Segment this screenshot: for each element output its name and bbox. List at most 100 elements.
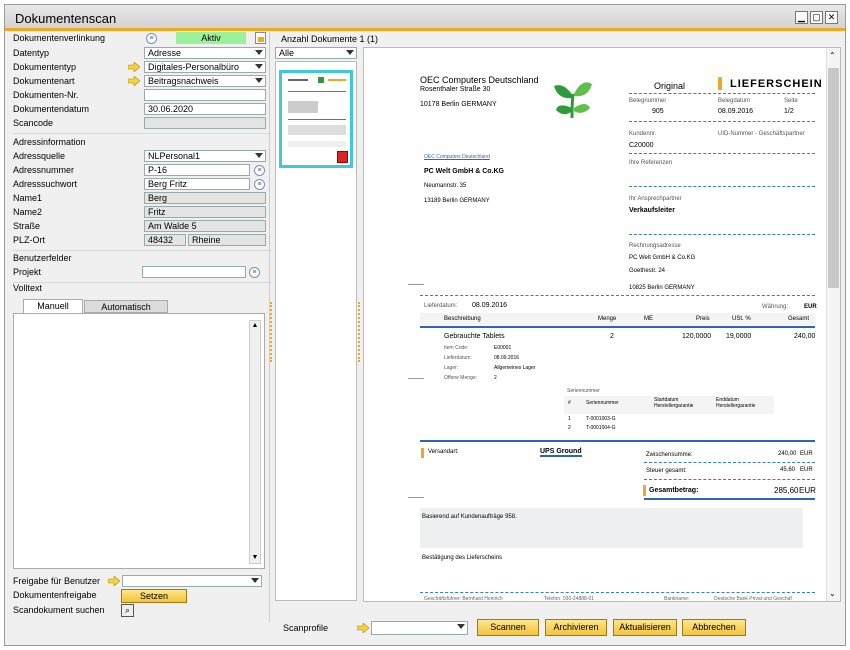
col-ust: USt. % bbox=[732, 316, 751, 322]
chevron-down-icon bbox=[251, 578, 259, 583]
versandart: UPS Ground bbox=[540, 448, 582, 457]
pdf-icon bbox=[337, 151, 348, 163]
serial-row2-num: 2 bbox=[568, 425, 571, 431]
steuer-currency: EUR bbox=[800, 467, 813, 473]
ort-field: Rheine bbox=[188, 234, 266, 246]
tab-manuell[interactable]: Manuell bbox=[23, 299, 83, 313]
item-ust: 19,0000 bbox=[726, 333, 752, 340]
projekt-input[interactable] bbox=[142, 266, 246, 278]
arrow-right-icon[interactable] bbox=[128, 62, 140, 72]
dokumententyp-label: Dokumententyp bbox=[13, 62, 77, 72]
abbrechen-button[interactable]: Abbrechen bbox=[682, 619, 746, 636]
adressinformation-header: Adressinformation bbox=[13, 137, 86, 147]
scroll-up-icon[interactable]: ▲ bbox=[250, 321, 260, 331]
rechnung-line2: Goethestr. 24 bbox=[629, 268, 666, 274]
gesamtbetrag: 285,60 bbox=[774, 486, 799, 495]
col-menge: Menge bbox=[598, 316, 617, 322]
dokumentenfreigabe-label: Dokumentenfreigabe bbox=[13, 590, 97, 600]
lookup-icon[interactable]: ≡ bbox=[254, 165, 265, 176]
document-preview: ⌃ ⌄ OEC Computers Deutschland Rosenthale… bbox=[363, 47, 841, 602]
steuer: 45,60 bbox=[780, 467, 796, 473]
item-gesamt: 240,00 bbox=[794, 333, 816, 340]
filter-select[interactable]: Alle bbox=[275, 47, 357, 59]
adresssuchwort-input[interactable]: Berg Fritz bbox=[144, 178, 250, 190]
item-lager-label: Lager: bbox=[444, 365, 459, 371]
dokumentendatum-input[interactable]: 30.06.2020 bbox=[144, 103, 266, 115]
col-gesamt: Gesamt bbox=[788, 316, 810, 322]
freigabe-label: Freigabe für Benutzer bbox=[13, 576, 101, 586]
dokumenten-nr-input[interactable] bbox=[144, 89, 266, 101]
volltext-area[interactable]: ▲ ▼ bbox=[13, 313, 265, 569]
strasse-label: Straße bbox=[13, 221, 41, 231]
serial-col-number: Seriennummer bbox=[586, 400, 619, 406]
ihre-referenzen-label: Ihre Referenzen bbox=[629, 160, 673, 166]
aktualisieren-button[interactable]: Aktualisieren bbox=[613, 619, 677, 636]
divider bbox=[629, 186, 815, 187]
arrow-right-icon[interactable] bbox=[108, 576, 120, 586]
scrollbar[interactable]: ▲ ▼ bbox=[249, 320, 261, 564]
preview-scrollbar[interactable]: ⌃ ⌄ bbox=[826, 48, 840, 601]
freigabe-select[interactable] bbox=[122, 575, 262, 587]
item-code: E00001 bbox=[494, 345, 512, 351]
scroll-down-icon[interactable]: ▼ bbox=[250, 553, 260, 563]
fold-mark bbox=[408, 497, 424, 498]
arrow-right-icon[interactable] bbox=[128, 76, 140, 86]
minimize-button[interactable]: ▁ bbox=[795, 11, 808, 24]
dokumentenart-label: Dokumentenart bbox=[13, 76, 75, 86]
link-arrow-icon[interactable]: ≡ bbox=[146, 33, 157, 44]
scannen-button[interactable]: Scannen bbox=[477, 619, 539, 636]
lookup-icon[interactable]: ≡ bbox=[254, 179, 265, 190]
datentyp-label: Datentyp bbox=[13, 48, 50, 58]
scandokument-suchen-label: Scandokument suchen bbox=[13, 605, 105, 615]
original-label: Original bbox=[654, 81, 686, 91]
divider bbox=[629, 93, 815, 94]
chevron-down-icon bbox=[255, 50, 263, 55]
fold-mark bbox=[408, 284, 424, 285]
item-lieferdatum: 08.09.2016 bbox=[494, 355, 520, 361]
serial-row1-value: T-0001003-G bbox=[586, 416, 616, 422]
accent-bar bbox=[643, 485, 646, 496]
document-icon[interactable] bbox=[255, 32, 266, 44]
divider bbox=[629, 234, 815, 235]
accent-bar bbox=[718, 77, 722, 90]
seite-label: Seite bbox=[784, 98, 798, 104]
archivieren-button[interactable]: Archivieren bbox=[545, 619, 607, 636]
adressquelle-label: Adressquelle bbox=[13, 151, 66, 161]
window-title: Dokumentenscan bbox=[15, 11, 117, 26]
volltext-header: Volltext bbox=[13, 283, 43, 293]
scanprofile-label: Scanprofile bbox=[283, 623, 329, 633]
serial-col-num: # bbox=[568, 400, 571, 406]
scroll-up-icon[interactable]: ⌃ bbox=[829, 51, 836, 60]
rechnungsadresse-label: Rechnungsadresse bbox=[629, 243, 681, 249]
scroll-thumb[interactable] bbox=[828, 68, 839, 288]
adresssuchwort-label: Adresssuchwort bbox=[13, 179, 78, 189]
bestaetigung-text: Bestätigung des Lieferscheins bbox=[422, 555, 503, 561]
name1-label: Name1 bbox=[13, 193, 43, 203]
maximize-button[interactable]: ▢ bbox=[810, 11, 823, 24]
setzen-button[interactable]: Setzen bbox=[121, 589, 187, 603]
adressnummer-input[interactable]: P-16 bbox=[144, 164, 250, 176]
sender-line: OEC Computers Deutschland bbox=[424, 154, 490, 160]
ansprechpartner-label: Ihr Ansprechpartner bbox=[629, 196, 682, 202]
scanprofile-select[interactable] bbox=[371, 621, 468, 635]
leaf-logo-icon bbox=[554, 82, 592, 119]
binoculars-icon[interactable]: ⌕ bbox=[121, 604, 134, 617]
col-beschreibung: Beschreibung bbox=[444, 316, 481, 322]
datentyp-select[interactable]: Adresse bbox=[144, 47, 266, 59]
close-button[interactable]: ✕ bbox=[825, 11, 838, 24]
arrow-right-icon[interactable] bbox=[357, 623, 369, 633]
lieferdatum-label: Lieferdatum: bbox=[424, 303, 458, 309]
adressquelle-select[interactable]: NLPersonal1 bbox=[144, 150, 266, 162]
uid-label: UID-Nummer - Geschäftspartner bbox=[718, 131, 805, 137]
seriennummer-label: Seriennummer bbox=[567, 388, 600, 394]
tab-automatisch[interactable]: Automatisch bbox=[84, 300, 168, 313]
rechnung-line3: 10825 Berlin GERMANY bbox=[629, 285, 695, 291]
kundennr-label: Kundennr. bbox=[629, 131, 657, 137]
lookup-icon[interactable]: ≡ bbox=[249, 267, 260, 278]
dokumententyp-select[interactable]: Digitales-Personalbüro bbox=[144, 61, 266, 73]
name2-label: Name2 bbox=[13, 207, 43, 217]
strasse-field: Am Walde 5 bbox=[144, 220, 266, 232]
document-thumbnail[interactable] bbox=[279, 70, 353, 168]
dokumentenart-select[interactable]: Beitragsnachweis bbox=[144, 75, 266, 87]
scroll-down-icon[interactable]: ⌄ bbox=[829, 589, 836, 598]
